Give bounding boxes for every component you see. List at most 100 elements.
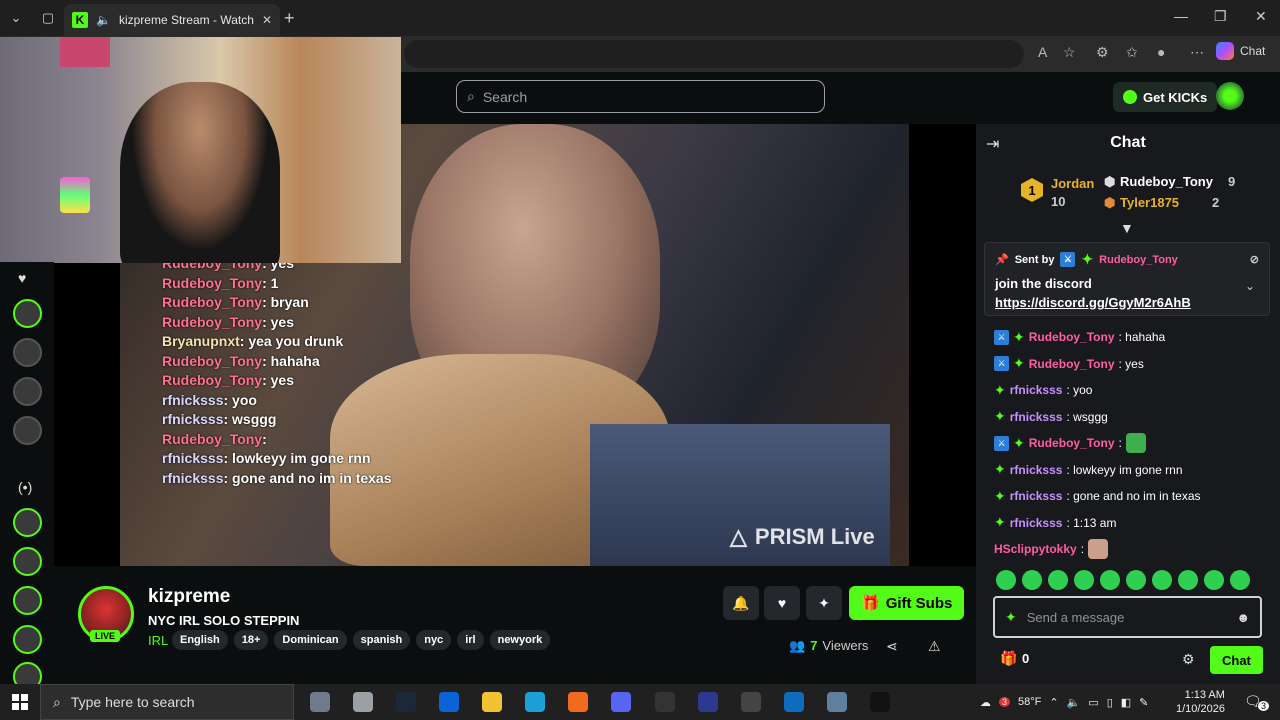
- streamer-name[interactable]: kizpreme: [148, 586, 230, 608]
- pen-icon[interactable]: ✎: [1139, 696, 1148, 709]
- emote-icon[interactable]: [1048, 570, 1068, 590]
- tab-actions-chevron-icon[interactable]: ⌄: [0, 0, 32, 36]
- restore-icon[interactable]: ❐: [1214, 8, 1227, 25]
- chat-username[interactable]: rfnicksss: [1010, 489, 1063, 503]
- emote-icon[interactable]: [1100, 570, 1120, 590]
- battery-icon[interactable]: ▯: [1107, 696, 1113, 709]
- chat-username[interactable]: Rudeboy_Tony: [1029, 357, 1115, 371]
- send-chat-button[interactable]: Chat: [1210, 646, 1263, 674]
- chat-message-input[interactable]: ✦ Send a message ☻: [993, 596, 1262, 638]
- pinned-message-link[interactable]: https://discord.gg/GgyM2r6AhB: [995, 295, 1259, 310]
- emote-icon[interactable]: [1230, 570, 1250, 590]
- chat-username[interactable]: Rudeboy_Tony: [1029, 330, 1115, 344]
- chat-username[interactable]: rfnicksss: [1010, 463, 1063, 477]
- rank3-name[interactable]: Tyler1875: [1120, 195, 1179, 210]
- weather-icon[interactable]: ☁: [980, 696, 991, 709]
- extensions-icon[interactable]: ⚙: [1096, 44, 1109, 61]
- share-icon[interactable]: ⋖: [886, 638, 898, 655]
- volume-icon[interactable]: 🔈: [1067, 696, 1081, 709]
- app-icon[interactable]: [655, 692, 675, 712]
- user-avatar[interactable]: [1216, 82, 1244, 110]
- epic-games-icon[interactable]: [870, 692, 890, 712]
- report-warning-icon[interactable]: ⚠: [928, 638, 941, 655]
- recommended-channel-avatar[interactable]: [13, 586, 42, 615]
- app-icon[interactable]: [698, 692, 718, 712]
- discord-app-icon[interactable]: [611, 692, 631, 712]
- search-input[interactable]: ⌕ Search: [456, 80, 825, 113]
- profile-icon[interactable]: ●: [1157, 44, 1165, 60]
- network-icon[interactable]: ▭: [1088, 696, 1098, 709]
- outlook-app-icon[interactable]: [439, 692, 459, 712]
- emote-icon[interactable]: [1022, 570, 1042, 590]
- stream-tag[interactable]: Dominican: [274, 630, 347, 650]
- emote-icon[interactable]: [1126, 570, 1146, 590]
- emote-icon[interactable]: [996, 570, 1016, 590]
- emote-icon[interactable]: [1074, 570, 1094, 590]
- weather-temperature[interactable]: 58°F: [1018, 696, 1041, 708]
- taskbar-search-input[interactable]: ⌕ Type here to search: [40, 684, 294, 720]
- stream-tag[interactable]: newyork: [489, 630, 551, 650]
- new-tab-icon[interactable]: +: [284, 8, 295, 29]
- edge-app-icon[interactable]: [525, 692, 545, 712]
- followed-channel-avatar[interactable]: [13, 338, 42, 367]
- get-kicks-button[interactable]: Get KICKs: [1113, 82, 1218, 112]
- app-icon[interactable]: [568, 692, 588, 712]
- category-link[interactable]: IRL: [148, 633, 168, 648]
- more-menu-icon[interactable]: ⋯: [1190, 44, 1204, 61]
- minimize-icon[interactable]: —: [1174, 8, 1188, 24]
- rank2-name[interactable]: Rudeboy_Tony: [1120, 174, 1213, 189]
- settings-app-icon[interactable]: [353, 692, 373, 712]
- emote-icon[interactable]: [1204, 570, 1224, 590]
- chat-username[interactable]: rfnicksss: [1010, 410, 1063, 424]
- following-heart-icon[interactable]: ♥: [18, 270, 26, 286]
- pinned-sender[interactable]: Rudeboy_Tony: [1099, 254, 1178, 266]
- stream-tag[interactable]: 18+: [233, 630, 269, 650]
- kick-points-icon[interactable]: 🎁: [1000, 650, 1017, 667]
- read-aloud-icon[interactable]: A: [1038, 44, 1047, 60]
- chat-username[interactable]: HSclippytokky: [994, 542, 1077, 556]
- speaker-icon[interactable]: 🔈: [96, 13, 111, 27]
- chat-username[interactable]: rfnicksss: [1010, 516, 1063, 530]
- tray-app-icon[interactable]: ◧: [1121, 696, 1131, 709]
- rank1-name[interactable]: Jordan: [1051, 176, 1094, 191]
- emote-icon[interactable]: [1152, 570, 1172, 590]
- followed-channel-avatar[interactable]: [13, 299, 42, 328]
- close-window-icon[interactable]: ✕: [1255, 8, 1267, 25]
- url-input[interactable]: [404, 40, 1024, 68]
- expand-pin-chevron-icon[interactable]: ⌄: [1245, 279, 1255, 293]
- chat-username[interactable]: Rudeboy_Tony: [1029, 436, 1115, 450]
- steam-app-icon[interactable]: [396, 692, 416, 712]
- hide-pin-icon[interactable]: ⊘: [1250, 253, 1259, 266]
- store-app-icon[interactable]: [784, 692, 804, 712]
- recommended-channel-avatar[interactable]: [13, 508, 42, 537]
- app-icon[interactable]: [827, 692, 847, 712]
- stream-tag[interactable]: nyc: [416, 630, 452, 650]
- favorite-star-icon[interactable]: ☆: [1063, 44, 1076, 61]
- file-explorer-icon[interactable]: [482, 692, 502, 712]
- windows-start-icon[interactable]: [12, 694, 28, 710]
- sparkle-button[interactable]: ✦: [806, 586, 842, 620]
- notifications-bell-button[interactable]: 🔔: [723, 586, 759, 620]
- close-tab-icon[interactable]: ✕: [262, 13, 272, 27]
- emote-icon[interactable]: [1178, 570, 1198, 590]
- workspaces-icon[interactable]: ▢: [32, 0, 64, 36]
- taskbar-clock[interactable]: 1:13 AM 1/10/2026: [1176, 688, 1225, 716]
- stream-tag[interactable]: English: [172, 630, 228, 650]
- recommended-channel-avatar[interactable]: [13, 547, 42, 576]
- gift-subs-button[interactable]: 🎁 Gift Subs: [849, 586, 965, 620]
- followed-channel-avatar[interactable]: [13, 416, 42, 445]
- followed-channel-avatar[interactable]: [13, 377, 42, 406]
- emoji-picker-icon[interactable]: ☻: [1236, 610, 1250, 625]
- expand-leaderboard-icon[interactable]: ▼: [1120, 220, 1134, 236]
- tray-chevron-icon[interactable]: ⌃: [1049, 696, 1058, 709]
- stream-tag[interactable]: irl: [457, 630, 484, 650]
- browser-tab[interactable]: K 🔈 kizpreme Stream - Watch Live ✕: [64, 4, 280, 36]
- stream-tag[interactable]: spanish: [352, 630, 411, 650]
- task-view-icon[interactable]: [310, 692, 330, 712]
- chat-settings-icon[interactable]: ⚙: [1182, 651, 1195, 668]
- follow-heart-button[interactable]: ♥: [764, 586, 800, 620]
- copilot-chat-button[interactable]: Chat: [1216, 42, 1265, 60]
- recommended-channel-avatar[interactable]: [13, 625, 42, 654]
- favorites-icon[interactable]: ✩: [1126, 44, 1138, 61]
- chat-username[interactable]: rfnicksss: [1010, 383, 1063, 397]
